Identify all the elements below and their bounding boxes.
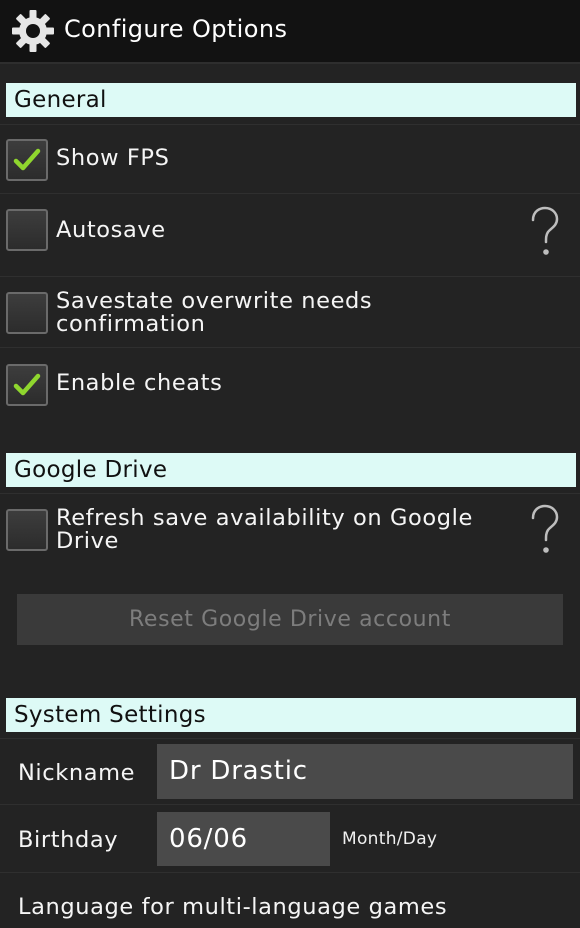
option-enable-cheats[interactable]: Enable cheats bbox=[0, 347, 580, 447]
savestate-overwrite-label: Savestate overwrite needs confirmation bbox=[56, 290, 526, 336]
gear-icon bbox=[12, 10, 54, 52]
savestate-overwrite-label-line2: confirmation bbox=[56, 311, 206, 337]
question-mark-icon[interactable] bbox=[528, 206, 562, 260]
refresh-save-label-line2: Drive bbox=[56, 528, 119, 554]
reset-google-drive-button[interactable]: Reset Google Drive account bbox=[17, 594, 563, 645]
autosave-label: Autosave bbox=[56, 217, 166, 243]
language-row[interactable]: Language for multi-language games bbox=[0, 872, 580, 928]
option-autosave[interactable]: Autosave bbox=[0, 193, 580, 276]
show-fps-checkbox[interactable] bbox=[6, 139, 48, 181]
autosave-checkbox[interactable] bbox=[6, 209, 48, 251]
birthday-input[interactable]: 06/06 bbox=[157, 812, 330, 866]
refresh-save-checkbox[interactable] bbox=[6, 509, 48, 551]
savestate-overwrite-checkbox[interactable] bbox=[6, 292, 48, 334]
enable-cheats-checkbox[interactable] bbox=[6, 364, 48, 406]
nickname-input[interactable]: Dr Drastic bbox=[157, 744, 573, 799]
enable-cheats-label: Enable cheats bbox=[56, 370, 223, 396]
birthday-label: Birthday bbox=[18, 827, 119, 853]
nickname-label: Nickname bbox=[18, 760, 136, 786]
birthday-hint: Month/Day bbox=[342, 829, 438, 849]
option-savestate-overwrite[interactable]: Savestate overwrite needs confirmation bbox=[0, 276, 580, 347]
checkmark-icon bbox=[13, 148, 41, 171]
refresh-save-label: Refresh save availability on Google Driv… bbox=[56, 507, 526, 553]
option-refresh-save-availability[interactable]: Refresh save availability on Google Driv… bbox=[0, 493, 580, 576]
question-mark-icon[interactable] bbox=[528, 504, 562, 558]
language-label: Language for multi-language games bbox=[18, 894, 448, 920]
page-title: Configure Options bbox=[64, 15, 288, 43]
checkmark-icon bbox=[13, 373, 41, 396]
refresh-save-label-line1: Refresh save availability on Google bbox=[56, 505, 473, 531]
option-show-fps[interactable]: Show FPS bbox=[0, 124, 580, 193]
section-header-system-settings: System Settings bbox=[6, 698, 576, 732]
section-header-google-drive: Google Drive bbox=[6, 453, 576, 487]
show-fps-label: Show FPS bbox=[56, 145, 170, 171]
savestate-overwrite-label-line1: Savestate overwrite needs bbox=[56, 288, 373, 314]
app-bar: Configure Options bbox=[0, 0, 580, 64]
section-header-general: General bbox=[6, 83, 576, 117]
